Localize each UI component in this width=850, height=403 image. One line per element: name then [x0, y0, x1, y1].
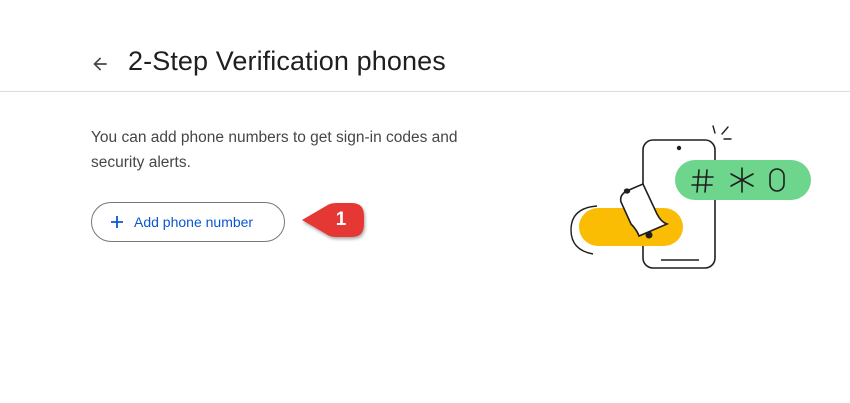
sparkle-icon — [712, 125, 732, 140]
page-title: 2-Step Verification phones — [128, 46, 446, 76]
page-header: 2-Step Verification phones — [0, 0, 850, 92]
plus-icon — [110, 215, 124, 229]
description-text: You can add phone numbers to get sign-in… — [91, 129, 458, 171]
phone-verification-illustration — [570, 125, 811, 269]
add-phone-number-label: Add phone number — [134, 214, 254, 230]
phone-icon — [642, 139, 716, 269]
add-phone-number-button[interactable]: Add phone number — [91, 202, 285, 242]
arrow-back-icon — [93, 57, 107, 71]
back-button[interactable] — [84, 48, 116, 80]
step-number-badge: 1 — [335, 209, 347, 230]
